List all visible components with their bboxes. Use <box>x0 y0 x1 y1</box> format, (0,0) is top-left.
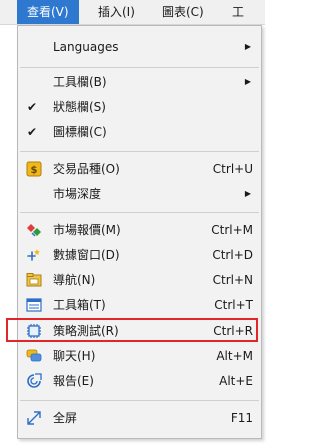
menu-item-shortcut: Ctrl+R <box>213 324 253 338</box>
submenu-arrow-icon: ▶ <box>244 42 251 51</box>
symbols-icon: $ <box>26 161 42 177</box>
menu-item-market-depth[interactable]: 市場深度 ▶ <box>18 183 261 205</box>
menu-item-fullscreen[interactable]: 全屏 F11 <box>18 407 261 429</box>
menu-item-label: 報告(E) <box>53 374 94 388</box>
menu-item-shortcut: Ctrl+N <box>212 273 253 287</box>
menu-item-label: 市場報價(M) <box>53 223 121 237</box>
fullscreen-icon <box>26 410 42 426</box>
menu-item-shortcut: Ctrl+D <box>212 248 253 262</box>
menu-item-shortcut: Ctrl+T <box>214 298 253 312</box>
menu-item-navigator[interactable]: 導航(N) Ctrl+N <box>18 269 261 291</box>
menu-item-strategy-tester[interactable]: 策略測試(R) Ctrl+R <box>18 320 261 342</box>
menu-separator <box>20 151 259 152</box>
menu-item-data-window[interactable]: 數據窗口(D) Ctrl+D <box>18 244 261 266</box>
report-icon <box>26 373 42 389</box>
menu-tools[interactable]: 工 <box>232 0 244 24</box>
menu-item-market-watch[interactable]: 市場報價(M) Ctrl+M <box>18 219 261 241</box>
menu-charts[interactable]: 圖表(C) <box>162 0 204 24</box>
menu-insert[interactable]: 插入(I) <box>98 0 135 24</box>
menu-item-shortcut: F11 <box>230 411 253 425</box>
menu-item-shortcut: Ctrl+U <box>212 162 253 176</box>
menu-separator <box>20 212 259 213</box>
menu-bar: 查看(V) 插入(I) 圖表(C) 工 <box>0 0 265 25</box>
check-mark-icon: ✔ <box>27 125 38 139</box>
menu-item-symbols[interactable]: $ 交易品種(O) Ctrl+U <box>18 158 261 180</box>
strategy-tester-icon <box>26 323 42 339</box>
menu-item-label: Languages <box>53 40 119 54</box>
menu-item-label: 聊天(H) <box>53 349 96 363</box>
toolbox-icon <box>26 297 42 313</box>
menu-separator <box>20 67 259 68</box>
menu-item-status-bar[interactable]: ✔ 狀態欄(S) <box>18 96 261 118</box>
menu-item-shortcut: Alt+M <box>216 349 253 363</box>
menu-item-toolbars[interactable]: 工具欄(B) ▶ <box>18 71 261 93</box>
menu-item-label: 圖標欄(C) <box>53 125 107 139</box>
menu-separator <box>20 400 259 401</box>
menu-item-label: 全屏 <box>53 411 78 425</box>
menu-item-label: 策略測試(R) <box>53 324 119 338</box>
menu-item-label: 工具欄(B) <box>53 75 107 89</box>
view-dropdown-menu: Languages ▶ 工具欄(B) ▶ ✔ 狀態欄(S) ✔ 圖標欄(C) $… <box>17 25 262 439</box>
check-mark-icon: ✔ <box>27 100 38 114</box>
menu-item-chat[interactable]: 聊天(H) Alt+M <box>18 345 261 367</box>
menu-item-label: 導航(N) <box>53 273 96 287</box>
navigator-icon <box>26 272 42 288</box>
menu-item-report[interactable]: 報告(E) Alt+E <box>18 370 261 392</box>
menu-item-shortcut: Alt+E <box>219 374 253 388</box>
svg-text:$: $ <box>31 165 38 176</box>
menu-item-label: 狀態欄(S) <box>53 100 106 114</box>
chat-icon <box>26 348 42 364</box>
market-watch-icon <box>26 222 42 238</box>
menu-item-shortcut: Ctrl+M <box>211 223 253 237</box>
menu-item-toolbox[interactable]: 工具箱(T) Ctrl+T <box>18 294 261 316</box>
menu-item-label: 交易品種(O) <box>53 162 120 176</box>
menu-item-label: 市場深度 <box>53 187 102 201</box>
data-window-icon <box>26 247 42 263</box>
submenu-arrow-icon: ▶ <box>244 189 251 198</box>
menu-view[interactable]: 查看(V) <box>17 0 79 24</box>
submenu-arrow-icon: ▶ <box>244 77 251 86</box>
menu-item-label: 數據窗口(D) <box>53 248 120 262</box>
menu-item-label: 工具箱(T) <box>53 298 106 312</box>
menu-item-languages[interactable]: Languages ▶ <box>18 36 261 58</box>
menu-item-icon-bar[interactable]: ✔ 圖標欄(C) <box>18 121 261 143</box>
